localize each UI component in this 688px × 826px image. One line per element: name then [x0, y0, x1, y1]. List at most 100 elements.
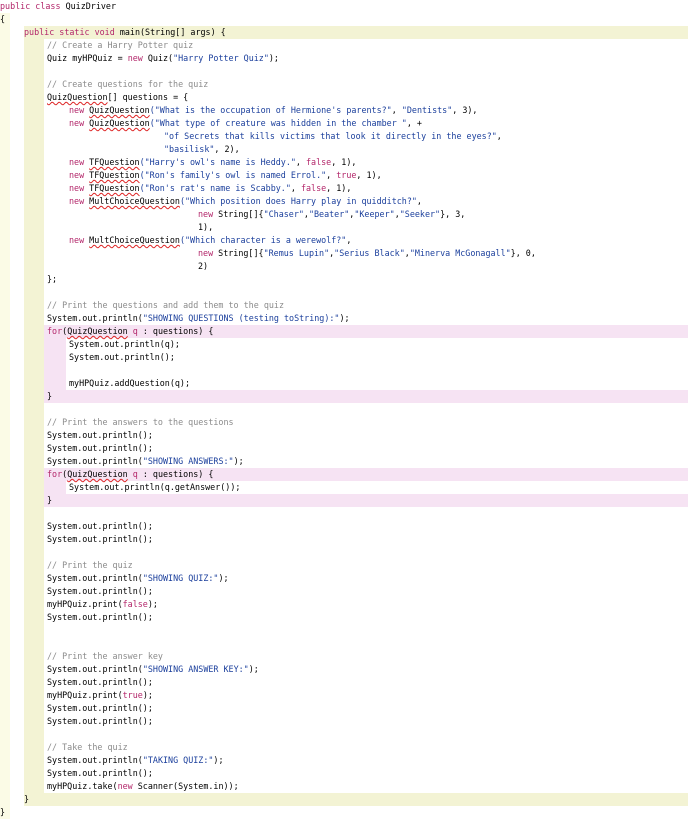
code-line[interactable]: new TFQuestion("Ron's family's owl is na… [69, 169, 382, 182]
code-token: System.out.println(); [47, 534, 153, 544]
code-string: "Keeper" [354, 209, 395, 219]
code-line[interactable]: System.out.println(); [69, 351, 175, 364]
code-token: System.out.println(); [47, 521, 153, 531]
code-line[interactable]: new QuizQuestion("What type of creature … [69, 117, 422, 130]
code-line[interactable]: System.out.println("SHOWING ANSWER KEY:"… [47, 663, 259, 676]
code-line[interactable]: 1), [198, 221, 213, 234]
code-token: { [0, 14, 6, 24]
code-line[interactable]: System.out.println(); [47, 715, 153, 728]
code-line[interactable]: System.out.println("SHOWING QUESTIONS (t… [47, 312, 350, 325]
code-token: ); [233, 456, 244, 466]
code-token: , 2), [214, 144, 240, 154]
code-line[interactable]: QuizQuestion[] questions = { [47, 91, 188, 104]
code-line[interactable]: new TFQuestion("Harry's owl's name is He… [69, 156, 356, 169]
code-token: System.out.println(); [47, 716, 153, 726]
code-keyword: new [69, 157, 90, 167]
code-line[interactable]: } [0, 806, 5, 819]
code-comment: // Print the quiz [47, 560, 133, 570]
code-token: ); [142, 690, 153, 700]
code-token: ); [147, 599, 158, 609]
code-line[interactable]: }; [47, 273, 57, 286]
code-line[interactable]: myHPQuiz.print(false); [47, 598, 158, 611]
code-line[interactable]: System.out.println(); [47, 442, 153, 455]
code-line[interactable]: System.out.println(); [47, 611, 153, 624]
code-token: System.out.println(q); [69, 339, 180, 349]
code-token: myHPQuiz.addQuestion(q); [69, 378, 191, 388]
code-line[interactable]: } [47, 494, 52, 507]
code-token: System.out.println(); [47, 703, 153, 713]
code-line[interactable]: System.out.println("TAKING QUIZ:"); [47, 754, 224, 767]
code-string: "TAKING QUIZ:" [142, 755, 214, 765]
code-keyword: public class [0, 1, 66, 11]
code-line[interactable]: System.out.println("SHOWING ANSWERS:"); [47, 455, 244, 468]
code-line[interactable]: // Take the quiz [47, 741, 128, 754]
code-string: ("Which position does Harry play in quid… [179, 196, 417, 206]
code-token: ); [339, 313, 350, 323]
code-line[interactable]: } [24, 793, 29, 806]
code-token: : questions) { [142, 469, 214, 479]
code-line[interactable]: for(QuizQuestion q : questions) { [47, 468, 213, 481]
code-string: "Serius Black" [334, 248, 405, 258]
code-line[interactable]: System.out.println(q); [69, 338, 180, 351]
code-line[interactable]: myHPQuiz.print(true); [47, 689, 153, 702]
code-line[interactable]: System.out.println(); [47, 429, 153, 442]
code-line[interactable]: new MultChoiceQuestion("Which position d… [69, 195, 422, 208]
code-line[interactable]: Quiz myHPQuiz = new Quiz("Harry Potter Q… [47, 52, 279, 65]
code-error-token: QuizQuestion [47, 92, 108, 102]
code-keyword: q [127, 326, 143, 336]
code-line[interactable]: // Create a Harry Potter quiz [47, 39, 193, 52]
code-line[interactable]: for(QuizQuestion q : questions) { [47, 325, 213, 338]
code-keyword: for [47, 469, 63, 479]
code-token: , [295, 157, 306, 167]
code-token: } [0, 807, 6, 817]
code-line[interactable]: System.out.println(); [47, 520, 153, 533]
code-line[interactable]: public static void main(String[] args) { [24, 26, 226, 39]
code-line[interactable]: System.out.println(); [47, 585, 153, 598]
code-keyword: true [336, 170, 357, 180]
code-editor[interactable]: public class QuizDriver{ public static vo… [0, 0, 688, 826]
code-string: ("Which character is a werewolf?" [179, 235, 347, 245]
code-line[interactable]: public class QuizDriver [0, 0, 116, 13]
code-keyword: new [198, 209, 219, 219]
code-line[interactable]: // Print the answer key [47, 650, 163, 663]
code-line[interactable]: } [47, 390, 52, 403]
code-keyword: q [127, 469, 143, 479]
code-line[interactable]: 2) [198, 260, 208, 273]
code-keyword: new [198, 248, 219, 258]
code-line[interactable]: myHPQuiz.addQuestion(q); [69, 377, 190, 390]
code-line[interactable]: new String[]{"Remus Lupin","Serius Black… [198, 247, 536, 260]
code-token: Quiz( [147, 53, 174, 63]
code-line[interactable]: new String[]{"Chaser","Beater","Keeper",… [198, 208, 465, 221]
code-line[interactable]: new TFQuestion("Ron's rat's name is Scab… [69, 182, 351, 195]
code-token: , [391, 105, 402, 115]
code-line[interactable]: new QuizQuestion("What is the occupation… [69, 104, 477, 117]
code-line[interactable]: { [0, 13, 5, 26]
code-token: ); [213, 755, 224, 765]
code-line[interactable]: // Print the answers to the questions [47, 416, 234, 429]
code-line[interactable]: System.out.println(); [47, 767, 153, 780]
code-line[interactable]: "of Secrets that kills victims that look… [164, 130, 502, 143]
code-token: , [290, 183, 301, 193]
code-keyword: new [69, 118, 90, 128]
code-line[interactable]: System.out.println(q.getAnswer()); [69, 481, 240, 494]
code-line[interactable]: System.out.println(); [47, 676, 153, 689]
code-line[interactable]: System.out.println("SHOWING QUIZ:"); [47, 572, 229, 585]
code-line[interactable]: // Create questions for the quiz [47, 78, 208, 91]
code-token: , + [406, 118, 422, 128]
code-line[interactable]: System.out.println(); [47, 533, 153, 546]
code-token: System.out.println(q.getAnswer()); [69, 482, 241, 492]
code-token: System.out.println( [47, 664, 143, 674]
code-string: "Chaser" [263, 209, 304, 219]
code-line[interactable]: "basilisk", 2), [164, 143, 240, 156]
code-line[interactable]: new MultChoiceQuestion("Which character … [69, 234, 351, 247]
code-line[interactable]: System.out.println(); [47, 702, 153, 715]
code-line[interactable]: // Print the quiz [47, 559, 133, 572]
code-token: System.out.println( [47, 313, 143, 323]
code-line[interactable]: myHPQuiz.take(new Scanner(System.in)); [47, 780, 239, 793]
code-error-token: QuizQuestion [89, 118, 150, 128]
code-token: ); [268, 53, 279, 63]
code-token: , [496, 131, 502, 141]
code-line[interactable]: // Print the questions and add them to t… [47, 299, 284, 312]
code-token: ); [218, 573, 229, 583]
code-token: System.out.println(); [47, 677, 153, 687]
